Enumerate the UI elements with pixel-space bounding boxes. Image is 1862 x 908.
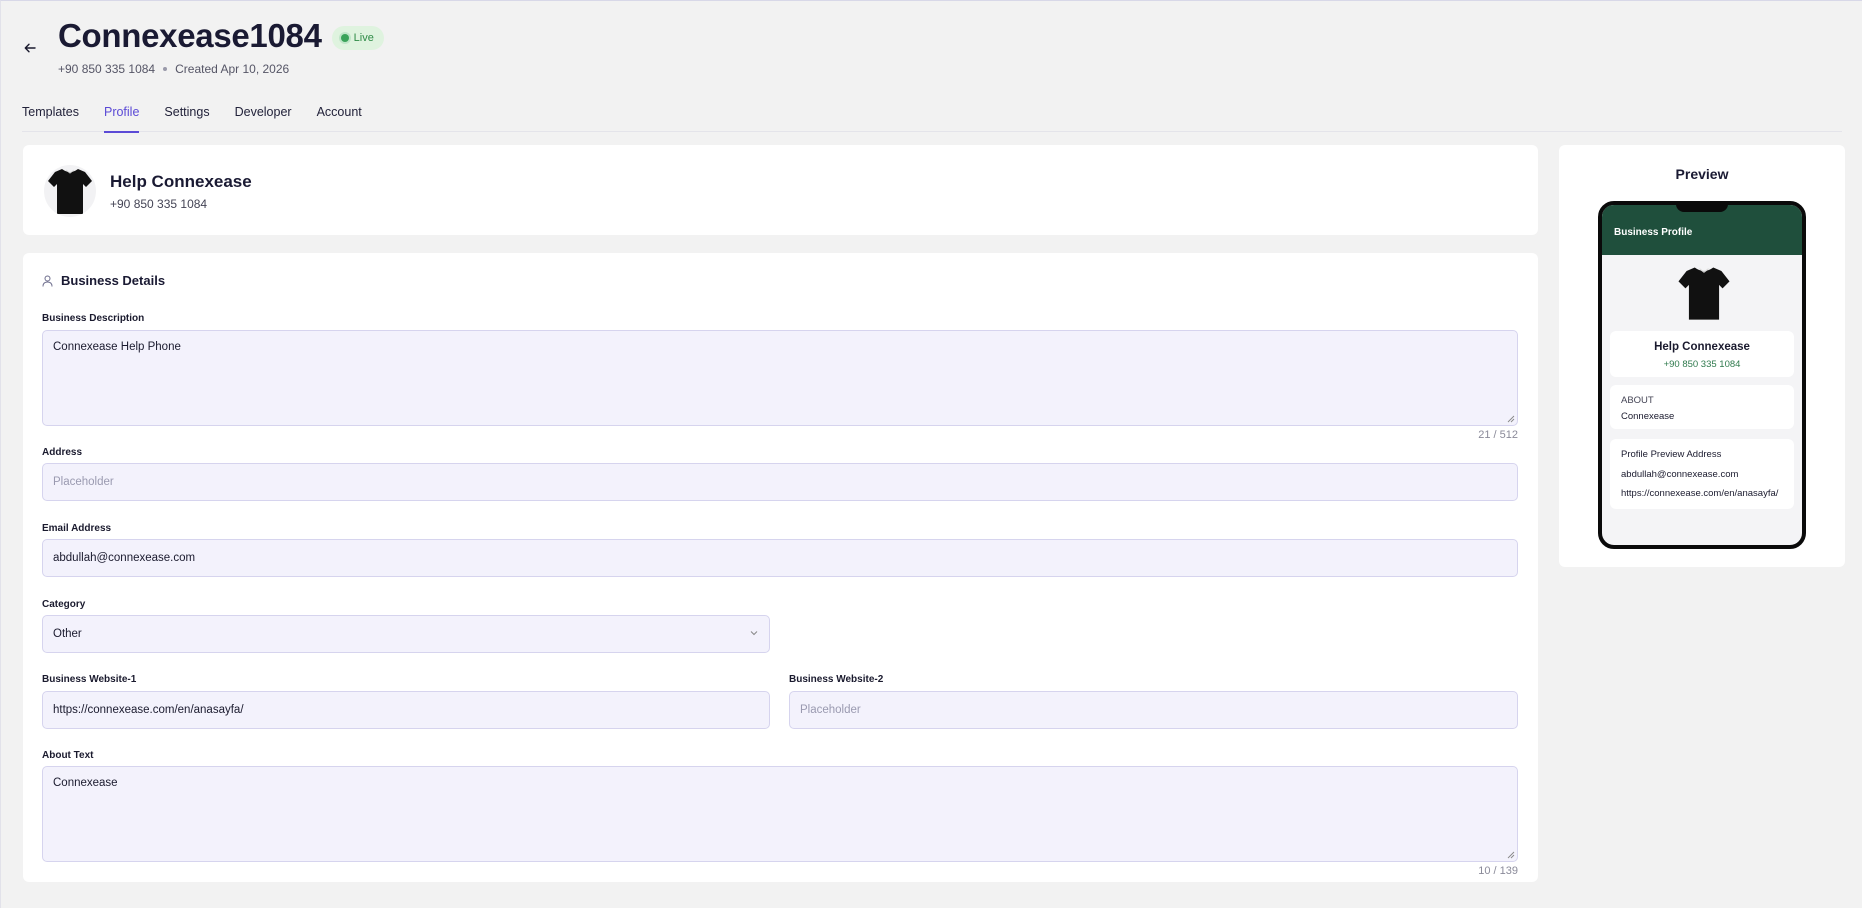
- page-title: Connexease1084: [58, 17, 322, 54]
- website1-value: https://connexease.com/en/anasayfa/: [53, 704, 244, 716]
- status-badge: Live: [331, 26, 384, 50]
- header-phone: +90 850 335 1084: [58, 62, 156, 76]
- phone-header-label: Business Profile: [1614, 227, 1693, 238]
- avatar[interactable]: [44, 165, 96, 217]
- preview-identity-box: Help Connexease +90 850 335 1084: [1610, 331, 1794, 377]
- tshirt-avatar-icon: [1678, 267, 1730, 320]
- tab-bar: Templates Profile Settings Developer Acc…: [22, 101, 1842, 133]
- website2-input[interactable]: Placeholder: [789, 691, 1518, 729]
- section-title: Business Details: [61, 273, 166, 288]
- about-textarea[interactable]: Connexease: [42, 766, 1518, 862]
- back-button[interactable]: [21, 39, 39, 57]
- category-value: Other: [53, 628, 82, 640]
- status-badge-label: Live: [353, 32, 374, 44]
- preview-phone: +90 850 335 1084: [1663, 359, 1741, 370]
- resize-grip-icon[interactable]: [1507, 851, 1515, 859]
- phone-header: Business Profile: [1602, 205, 1802, 255]
- about-counter: 10 / 139: [1478, 865, 1518, 877]
- email-value: abdullah@connexease.com: [53, 552, 196, 564]
- tab-account[interactable]: Account: [317, 101, 362, 132]
- preview-card: Preview Business Profile Help Connexease…: [1559, 145, 1845, 567]
- preview-about-text: Connexease: [1621, 411, 1675, 422]
- description-value: Connexease Help Phone: [53, 341, 181, 353]
- address-input[interactable]: Placeholder: [42, 463, 1518, 501]
- user-icon: [42, 275, 53, 287]
- tab-settings[interactable]: Settings: [164, 101, 209, 132]
- address-placeholder: Placeholder: [53, 476, 114, 488]
- description-label: Business Description: [42, 313, 145, 324]
- preview-about-label: ABOUT: [1621, 395, 1654, 406]
- business-details-card: Business Details Business Description Co…: [23, 253, 1538, 882]
- website2-label: Business Website-2: [789, 674, 884, 685]
- category-select[interactable]: Other: [42, 615, 770, 653]
- about-value: Connexease: [53, 777, 118, 789]
- chevron-down-icon: [750, 631, 758, 636]
- address-label: Address: [42, 447, 83, 458]
- tab-profile[interactable]: Profile: [103, 101, 140, 133]
- preview-address: Profile Preview Address: [1621, 449, 1722, 460]
- about-label: About Text: [42, 750, 94, 761]
- section-header: Business Details: [42, 273, 165, 288]
- title-row: Connexease1084 Live: [58, 17, 384, 55]
- tab-templates[interactable]: Templates: [22, 101, 79, 132]
- profile-card: Help Connexease +90 850 335 1084: [23, 145, 1538, 235]
- email-input[interactable]: abdullah@connexease.com: [42, 539, 1518, 577]
- email-label: Email Address: [42, 523, 112, 534]
- page-header: Connexease1084 Live +90 850 335 1084 Cre…: [1, 1, 1862, 133]
- header-subline: +90 850 335 1084 Created Apr 10, 2026: [58, 62, 289, 76]
- tab-developer[interactable]: Developer: [235, 101, 292, 132]
- preview-avatar: [1674, 263, 1734, 323]
- preview-title: Preview: [1675, 166, 1729, 182]
- preview-website: https://connexease.com/en/anasayfa/: [1621, 488, 1779, 499]
- live-dot-icon: [340, 34, 349, 42]
- preview-name: Help Connexease: [1654, 341, 1750, 353]
- created-date: Created Apr 10, 2026: [175, 62, 290, 76]
- preview-about-box: ABOUT Connexease: [1610, 385, 1794, 429]
- website1-label: Business Website-1: [42, 674, 137, 685]
- back-arrow-icon: [24, 43, 36, 53]
- phone-mockup: Business Profile Help Connexease +90 850…: [1598, 201, 1806, 549]
- profile-name: Help Connexease: [110, 172, 252, 191]
- website2-placeholder: Placeholder: [800, 704, 861, 716]
- description-textarea[interactable]: Connexease Help Phone: [42, 330, 1518, 426]
- phone-notch: [1676, 205, 1728, 212]
- website1-input[interactable]: https://connexease.com/en/anasayfa/: [42, 691, 770, 729]
- separator-dot: [163, 67, 168, 71]
- description-counter: 21 / 512: [1478, 429, 1518, 441]
- profile-phone: +90 850 335 1084: [110, 197, 208, 211]
- tshirt-avatar-icon: [48, 169, 92, 214]
- preview-email: abdullah@connexease.com: [1621, 469, 1739, 480]
- resize-grip-icon[interactable]: [1507, 415, 1515, 423]
- category-label: Category: [42, 599, 86, 610]
- preview-contact-box: Profile Preview Address abdullah@connexe…: [1610, 439, 1794, 509]
